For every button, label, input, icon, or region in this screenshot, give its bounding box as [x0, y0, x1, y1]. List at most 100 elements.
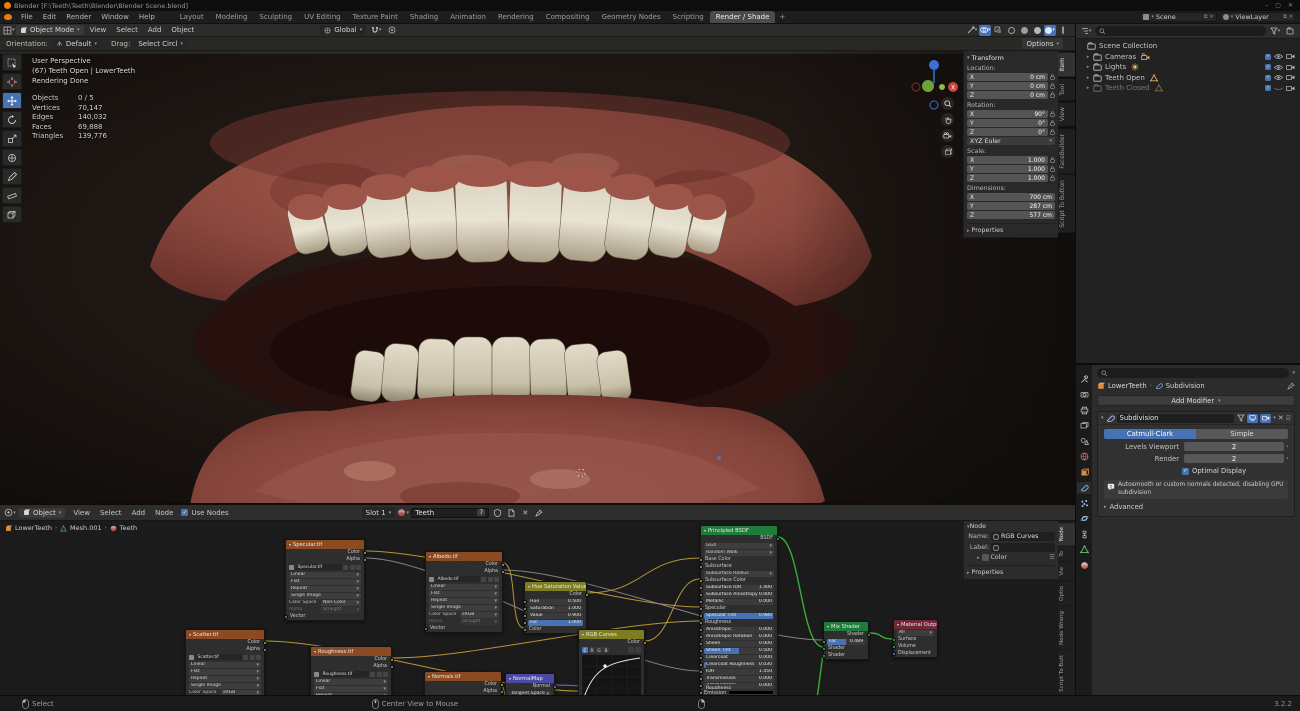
workspace-tab-texture-paint[interactable]: Texture Paint [347, 11, 404, 23]
node-specular-tif[interactable]: ▾Specular.tifColorAlphaSpecular.tifLinea… [285, 539, 365, 621]
node-tab-to[interactable]: To [1058, 547, 1075, 561]
image-name-field[interactable]: Roughness.tif [321, 671, 369, 677]
slider-fac[interactable]: Fac1.000 [528, 620, 583, 626]
socket-subsurface[interactable]: Subsurface [701, 563, 777, 570]
viewport-menu-object[interactable]: Object [166, 26, 199, 34]
viewlayer-selector[interactable]: ▾ ViewLayer ⧉ ✕ [1220, 12, 1296, 22]
properties-tab-particles[interactable] [1077, 497, 1091, 509]
dropdown-flat[interactable]: Flat▾ [314, 686, 388, 692]
expand-icon[interactable]: ▸ [1085, 85, 1091, 91]
curve-channel-c[interactable]: C [582, 647, 588, 653]
socket-alpha[interactable]: Alpha [286, 556, 364, 563]
lock-icon[interactable] [1050, 166, 1055, 172]
node-menu-node[interactable]: Node [150, 509, 178, 517]
drag-handle-icon[interactable]: ☰ [1286, 415, 1291, 422]
slot-selector[interactable]: Slot 1▾ [362, 507, 396, 518]
extras-icon[interactable]: ▾ [1273, 415, 1276, 421]
node-tab-optio[interactable]: Optio [1058, 582, 1075, 605]
properties-tab-render[interactable] [1077, 389, 1091, 401]
pin-icon[interactable] [1287, 382, 1295, 390]
node-rgb-curves[interactable]: ▾RGB CurvesColorCRGB [578, 629, 645, 695]
proportional-edit-icon[interactable] [386, 25, 398, 36]
filter-icon[interactable]: ▾ [1269, 26, 1281, 37]
breadcrumb-material[interactable]: Teeth [120, 524, 138, 532]
minimize-button[interactable]: – [1265, 2, 1268, 9]
dropdown-non-color[interactable]: Non-Color▾ [321, 600, 361, 606]
menu-window[interactable]: Window [96, 13, 134, 21]
node-hue-saturation-value[interactable]: ▾Hue Saturation ValueColorHue0.500Satura… [524, 581, 587, 634]
dropdown-single-image[interactable]: Single Image▾ [429, 605, 499, 611]
lock-icon[interactable] [1050, 92, 1055, 98]
dropdown-repeat[interactable]: Repeat▾ [314, 693, 388, 696]
properties-tab-world[interactable] [1077, 451, 1091, 463]
dropdown-ggx[interactable]: GGX▾ [704, 543, 774, 549]
slider-anisotropic-rotation[interactable]: Anisotropic Rotation0.000 [704, 634, 774, 640]
properties-tab-constraint[interactable] [1077, 528, 1091, 540]
close-icon[interactable]: ✕ [1210, 14, 1214, 20]
scale-z-field[interactable]: Z1.000 [967, 174, 1048, 182]
curve-channel-r[interactable]: R [589, 647, 595, 653]
orientation-default-selector[interactable]: Default ▾ [52, 38, 101, 49]
shading-solid-icon[interactable] [1018, 25, 1030, 36]
new-material-icon[interactable] [505, 507, 517, 518]
annotate-tool[interactable] [2, 168, 22, 185]
rgb-curve-widget[interactable] [582, 655, 641, 695]
dimension-z-field[interactable]: Z577 cm [967, 211, 1055, 219]
expand-icon[interactable]: ▸ [1085, 54, 1091, 60]
breadcrumb-modifier[interactable]: Subdivision [1166, 382, 1205, 390]
lock-icon[interactable] [1050, 111, 1055, 117]
maximize-button[interactable]: ▢ [1275, 2, 1281, 9]
transform-tool[interactable] [2, 149, 22, 166]
render-value-field[interactable]: 2 [1184, 454, 1284, 463]
image-button[interactable] [370, 672, 375, 677]
dropdown-linear[interactable]: Linear▾ [314, 679, 388, 685]
properties-tab-output[interactable] [1077, 404, 1091, 416]
image-name-field[interactable]: Albedo.tif [436, 576, 480, 582]
slider-value[interactable]: Value0.900 [528, 613, 583, 619]
node-menu-add[interactable]: Add [127, 509, 151, 517]
node-menu-view[interactable]: View [68, 509, 95, 517]
list-icon[interactable]: ☰ [1049, 554, 1055, 561]
workspace-tab-geometry-nodes[interactable]: Geometry Nodes [596, 11, 667, 23]
socket-volume[interactable]: Volume [894, 643, 937, 650]
measure-tool[interactable] [2, 187, 22, 204]
properties-tab-data[interactable] [1077, 544, 1091, 556]
selectable-checkbox[interactable]: ✓ [1265, 54, 1271, 60]
socket-color[interactable]: Color [579, 639, 644, 646]
properties-tab-object[interactable] [1077, 466, 1091, 478]
emission-color-swatch[interactable] [728, 690, 774, 695]
viewport-menu-select[interactable]: Select [111, 26, 143, 34]
dropdown-srgb[interactable]: sRGB▾ [460, 612, 499, 618]
workspace-tab-render-shade[interactable]: Render / Shade [710, 11, 776, 23]
properties-tab-tool[interactable] [1077, 373, 1091, 385]
sidebar-tab-script-to-button[interactable]: Script To Button [1058, 175, 1075, 233]
mode-selector[interactable]: Object Mode ▾ [16, 25, 84, 35]
image-button[interactable] [356, 565, 361, 570]
visibility-eye-icon[interactable] [1274, 74, 1283, 81]
slider-transmission[interactable]: Transmission0.000 [704, 676, 774, 682]
outliner-row-cameras[interactable]: ▸Cameras✓ [1076, 52, 1300, 63]
zoom-icon[interactable] [941, 97, 954, 110]
slider-subsurface-anisotropy[interactable]: Subsurface Anisotropy0.000 [704, 592, 774, 598]
dropdown-linear[interactable]: Linear▾ [289, 572, 361, 578]
pin-icon[interactable] [533, 507, 545, 518]
new-collection-icon[interactable] [1284, 26, 1296, 37]
curve-tool-button[interactable] [635, 647, 641, 653]
render-toggle-icon[interactable] [1260, 414, 1271, 423]
scale-tool[interactable] [2, 130, 22, 147]
move-tool[interactable] [2, 92, 22, 109]
image-button[interactable] [377, 672, 382, 677]
menu-render[interactable]: Render [61, 13, 96, 21]
rotation-x-field[interactable]: X90° [967, 110, 1048, 118]
node-canvas[interactable]: LowerTeeth › Mesh.001 › Teeth ▾Specular.… [0, 521, 1075, 695]
socket-shader[interactable]: Shader [824, 652, 868, 659]
socket-alpha[interactable]: Alpha [186, 646, 264, 653]
socket-surface[interactable]: Surface [894, 636, 937, 643]
curve-channel-b[interactable]: B [603, 647, 609, 653]
dropdown-straight[interactable]: Straight▾ [460, 619, 499, 625]
breadcrumb-mesh[interactable]: Mesh.001 [70, 524, 102, 532]
node-color-swatch[interactable] [982, 554, 989, 561]
socket-normal[interactable]: Normal [506, 683, 554, 690]
properties-section[interactable]: ▸Properties [967, 223, 1055, 234]
editor-type-icon[interactable]: ▾ [3, 25, 15, 36]
